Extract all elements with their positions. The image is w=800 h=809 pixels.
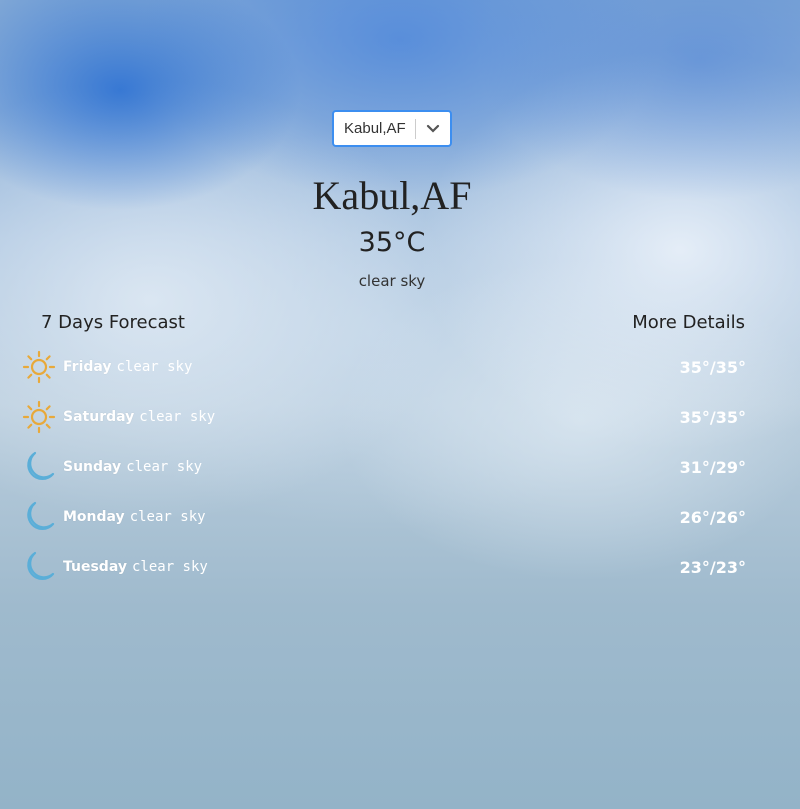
forecast-condition: clear sky [126,459,203,475]
forecast-day: Tuesday [63,559,127,575]
forecast-condition: clear sky [116,359,193,375]
current-temperature: 35°C [358,227,426,258]
forecast-day: Monday [63,509,125,525]
forecast-day: Saturday [63,409,135,425]
chevron-down-icon[interactable] [416,124,450,134]
forecast-day: Friday [63,359,112,375]
forecast-row: Sunday clear sky 31°/29° [22,449,746,485]
city-select-value: Kabul,AF [344,120,406,137]
city-name: Kabul,AF [312,173,472,218]
forecast-temp-range: 26°/26° [679,507,746,527]
forecast-temp-range: 23°/23° [679,557,746,577]
more-details-link[interactable]: More Details [632,312,745,333]
moon-icon [22,500,56,534]
forecast-row: Saturday clear sky 35°/35° [22,399,746,435]
sun-icon [22,350,56,384]
moon-icon [22,450,56,484]
sun-icon [22,400,56,434]
forecast-temp-range: 31°/29° [679,457,746,477]
forecast-temp-range: 35°/35° [679,357,746,377]
current-description: clear sky [358,272,426,290]
forecast-condition: clear sky [129,509,206,525]
forecast-temp-range: 35°/35° [679,407,746,427]
forecast-day: Sunday [63,459,122,475]
forecast-title: 7 Days Forecast [41,312,185,333]
forecast-row: Monday clear sky 26°/26° [22,499,746,535]
city-select[interactable]: Kabul,AF [332,110,452,147]
forecast-condition: clear sky [139,409,216,425]
forecast-row: Tuesday clear sky 23°/23° [22,549,746,585]
forecast-condition: clear sky [131,559,208,575]
forecast-row: Friday clear sky 35°/35° [22,349,746,385]
moon-icon [22,550,56,584]
